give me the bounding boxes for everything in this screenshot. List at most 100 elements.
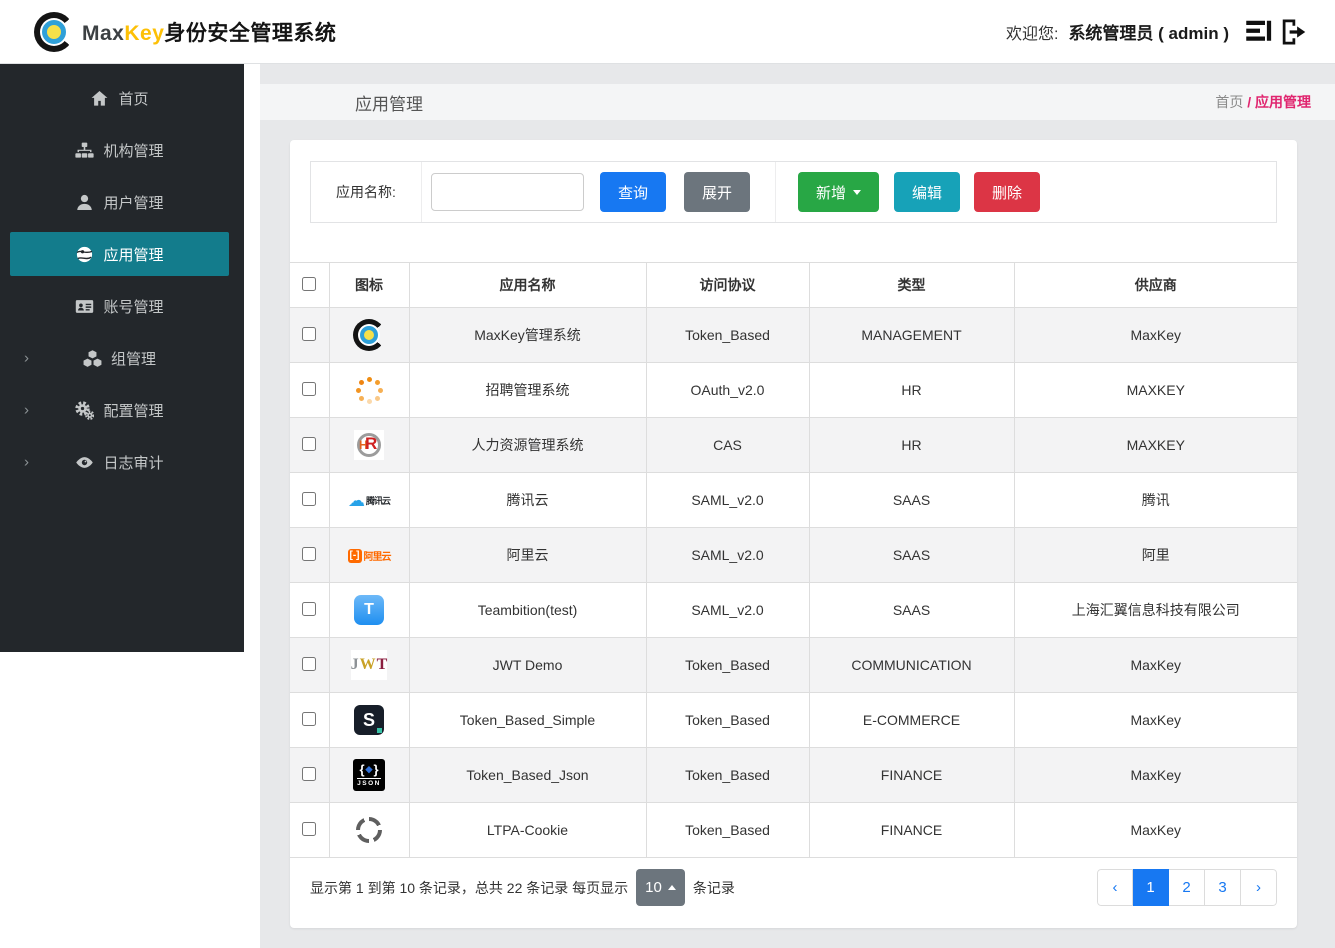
sidebar-item-label: 组管理 — [110, 350, 156, 368]
app-icon-cell — [328, 802, 410, 858]
current-user: 系统管理员 ( admin ) — [1068, 24, 1229, 43]
pagination-pages: ‹ 1 2 3 › — [1097, 869, 1277, 906]
app-icon-cell: T — [328, 582, 410, 638]
chevron-right-icon: › — [24, 453, 29, 471]
type-cell: SAAS — [808, 527, 1015, 583]
vendor-cell: 阿里 — [1013, 527, 1297, 583]
app-name-cell: LTPA-Cookie — [408, 802, 647, 858]
sidebar-item-home[interactable]: › 首页 — [0, 72, 244, 124]
logout-icon[interactable] — [1279, 17, 1309, 47]
search-panel: 应用名称: 查询 展开 新增 编辑 删除 — [310, 161, 1277, 223]
row-checkbox[interactable] — [302, 381, 317, 396]
row-checkbox[interactable] — [302, 491, 317, 506]
sidebar-item-label: 账号管理 — [103, 298, 164, 316]
sidebar-item-org[interactable]: › 机构管理 — [0, 124, 244, 176]
app-icon-cell — [328, 362, 410, 418]
sidebar-item-label: 配置管理 — [103, 402, 164, 420]
brand-key: Key — [124, 21, 165, 45]
row-checkbox[interactable] — [302, 601, 317, 616]
pagination-page-3[interactable]: 3 — [1205, 869, 1241, 906]
expand-button[interactable]: 展开 — [684, 172, 751, 212]
vendor-cell: MaxKey — [1013, 692, 1297, 748]
id-card-icon — [75, 297, 94, 316]
column-header-name: 应用名称 — [408, 262, 647, 308]
jwt-app-icon: JWT — [351, 650, 387, 680]
type-cell: HR — [808, 362, 1015, 418]
row-checkbox[interactable] — [302, 546, 317, 561]
ltpa-crosshair-app-icon — [356, 817, 382, 843]
vendor-cell: MAXKEY — [1013, 417, 1297, 473]
add-button[interactable]: 新增 — [798, 172, 880, 212]
maxkey-app-icon — [353, 319, 385, 351]
row-checkbox[interactable] — [302, 326, 317, 341]
brand-suffix: 身份安全管理系统 — [164, 21, 337, 45]
table-row[interactable]: LTPA-Cookie Token_Based FINANCE MaxKey — [290, 802, 1297, 858]
table-row[interactable]: ☁ 腾讯云 腾讯云 SAML_v2.0 SAAS 腾讯 — [290, 472, 1297, 528]
edit-button[interactable]: 编辑 — [894, 172, 961, 212]
row-checkbox[interactable] — [302, 711, 317, 726]
table-row[interactable]: HR 人力资源管理系统 CAS HR MAXKEY — [290, 417, 1297, 473]
row-checkbox[interactable] — [302, 656, 317, 671]
app-name-input[interactable] — [431, 173, 584, 211]
table-row[interactable]: MaxKey管理系统 Token_Based MANAGEMENT MaxKey — [290, 307, 1297, 363]
app-icon-cell: ☁ 腾讯云 — [328, 472, 410, 528]
row-checkbox[interactable] — [302, 766, 317, 781]
page-header-strip: 应用管理 首页 / 应用管理 — [260, 84, 1335, 120]
table-row[interactable]: 招聘管理系统 OAuth_v2.0 HR MAXKEY — [290, 362, 1297, 418]
sidebar-item-label: 用户管理 — [103, 194, 164, 212]
pagination-next[interactable]: › — [1241, 869, 1277, 906]
table-row[interactable]: JWT JWT Demo Token_Based COMMUNICATION M… — [290, 637, 1297, 693]
type-cell: FINANCE — [808, 802, 1015, 858]
vendor-cell: MaxKey — [1013, 637, 1297, 693]
select-all-checkbox[interactable] — [302, 276, 317, 291]
app-name-label: 应用名称: — [311, 162, 422, 222]
pagination-prev[interactable]: ‹ — [1097, 869, 1133, 906]
sidebar-item-label: 应用管理 — [103, 246, 164, 264]
breadcrumb-home[interactable]: 首页 — [1215, 94, 1243, 110]
breadcrumb-current: 应用管理 — [1255, 94, 1311, 110]
page-size-dropdown[interactable]: 10 — [636, 869, 685, 906]
app-name-cell: MaxKey管理系统 — [408, 307, 647, 363]
cubes-icon — [83, 349, 102, 368]
table-row[interactable]: T Teambition(test) SAML_v2.0 SAAS 上海汇翼信息… — [290, 582, 1297, 638]
caret-down-icon — [853, 189, 862, 195]
hr-app-icon: HR — [354, 430, 384, 460]
protocol-cell: Token_Based — [645, 307, 810, 363]
page-size-value: 10 — [645, 879, 662, 896]
type-cell: MANAGEMENT — [808, 307, 1015, 363]
row-checkbox[interactable] — [302, 821, 317, 836]
table-row[interactable]: [-] 阿里云 阿里云 SAML_v2.0 SAAS 阿里 — [290, 527, 1297, 583]
maxkey-logo-icon — [34, 11, 74, 52]
type-cell: SAAS — [808, 582, 1015, 638]
sidebar-item-user[interactable]: › 用户管理 — [0, 176, 244, 228]
content-background: 应用管理 首页 / 应用管理 应用名称: 查询 展开 新增 编辑 删除 图标 应… — [260, 64, 1335, 948]
sidebar-item-config[interactable]: › 配置管理 — [0, 384, 244, 436]
sidebar-item-app[interactable]: › 应用管理 — [0, 228, 244, 280]
app-name-cell: 阿里云 — [408, 527, 647, 583]
vendor-cell: MaxKey — [1013, 802, 1297, 858]
delete-button[interactable]: 删除 — [974, 172, 1041, 212]
sidebar-item-group[interactable]: › 组管理 — [0, 332, 244, 384]
teambition-app-icon: T — [354, 595, 384, 625]
column-header-vendor: 供应商 — [1013, 262, 1297, 308]
sidebar-item-audit[interactable]: › 日志审计 — [0, 436, 244, 488]
user-icon — [75, 193, 94, 212]
query-button[interactable]: 查询 — [600, 172, 667, 212]
pagination-page-2[interactable]: 2 — [1169, 869, 1205, 906]
pagination-page-1[interactable]: 1 — [1133, 869, 1169, 906]
sidebar-item-account[interactable]: › 账号管理 — [0, 280, 244, 332]
list-icon[interactable] — [1245, 17, 1275, 47]
vendor-cell: MAXKEY — [1013, 362, 1297, 418]
row-checkbox[interactable] — [302, 436, 317, 451]
protocol-cell: SAML_v2.0 — [645, 582, 810, 638]
simple-app-icon: S — [354, 705, 384, 735]
sitemap-icon — [75, 141, 95, 160]
breadcrumb-separator: / — [1247, 94, 1252, 110]
app-name-cell: Token_Based_Json — [408, 747, 647, 803]
brand-title: MaxKey身份安全管理系统 — [82, 17, 336, 47]
table-row[interactable]: S Token_Based_Simple Token_Based E-COMME… — [290, 692, 1297, 748]
table-row[interactable]: {◆} JSON Token_Based_Json Token_Based FIN… — [290, 747, 1297, 803]
vendor-cell: MaxKey — [1013, 747, 1297, 803]
brand-max: Max — [82, 21, 125, 45]
aliyun-app-icon: [-] 阿里云 — [347, 548, 392, 564]
